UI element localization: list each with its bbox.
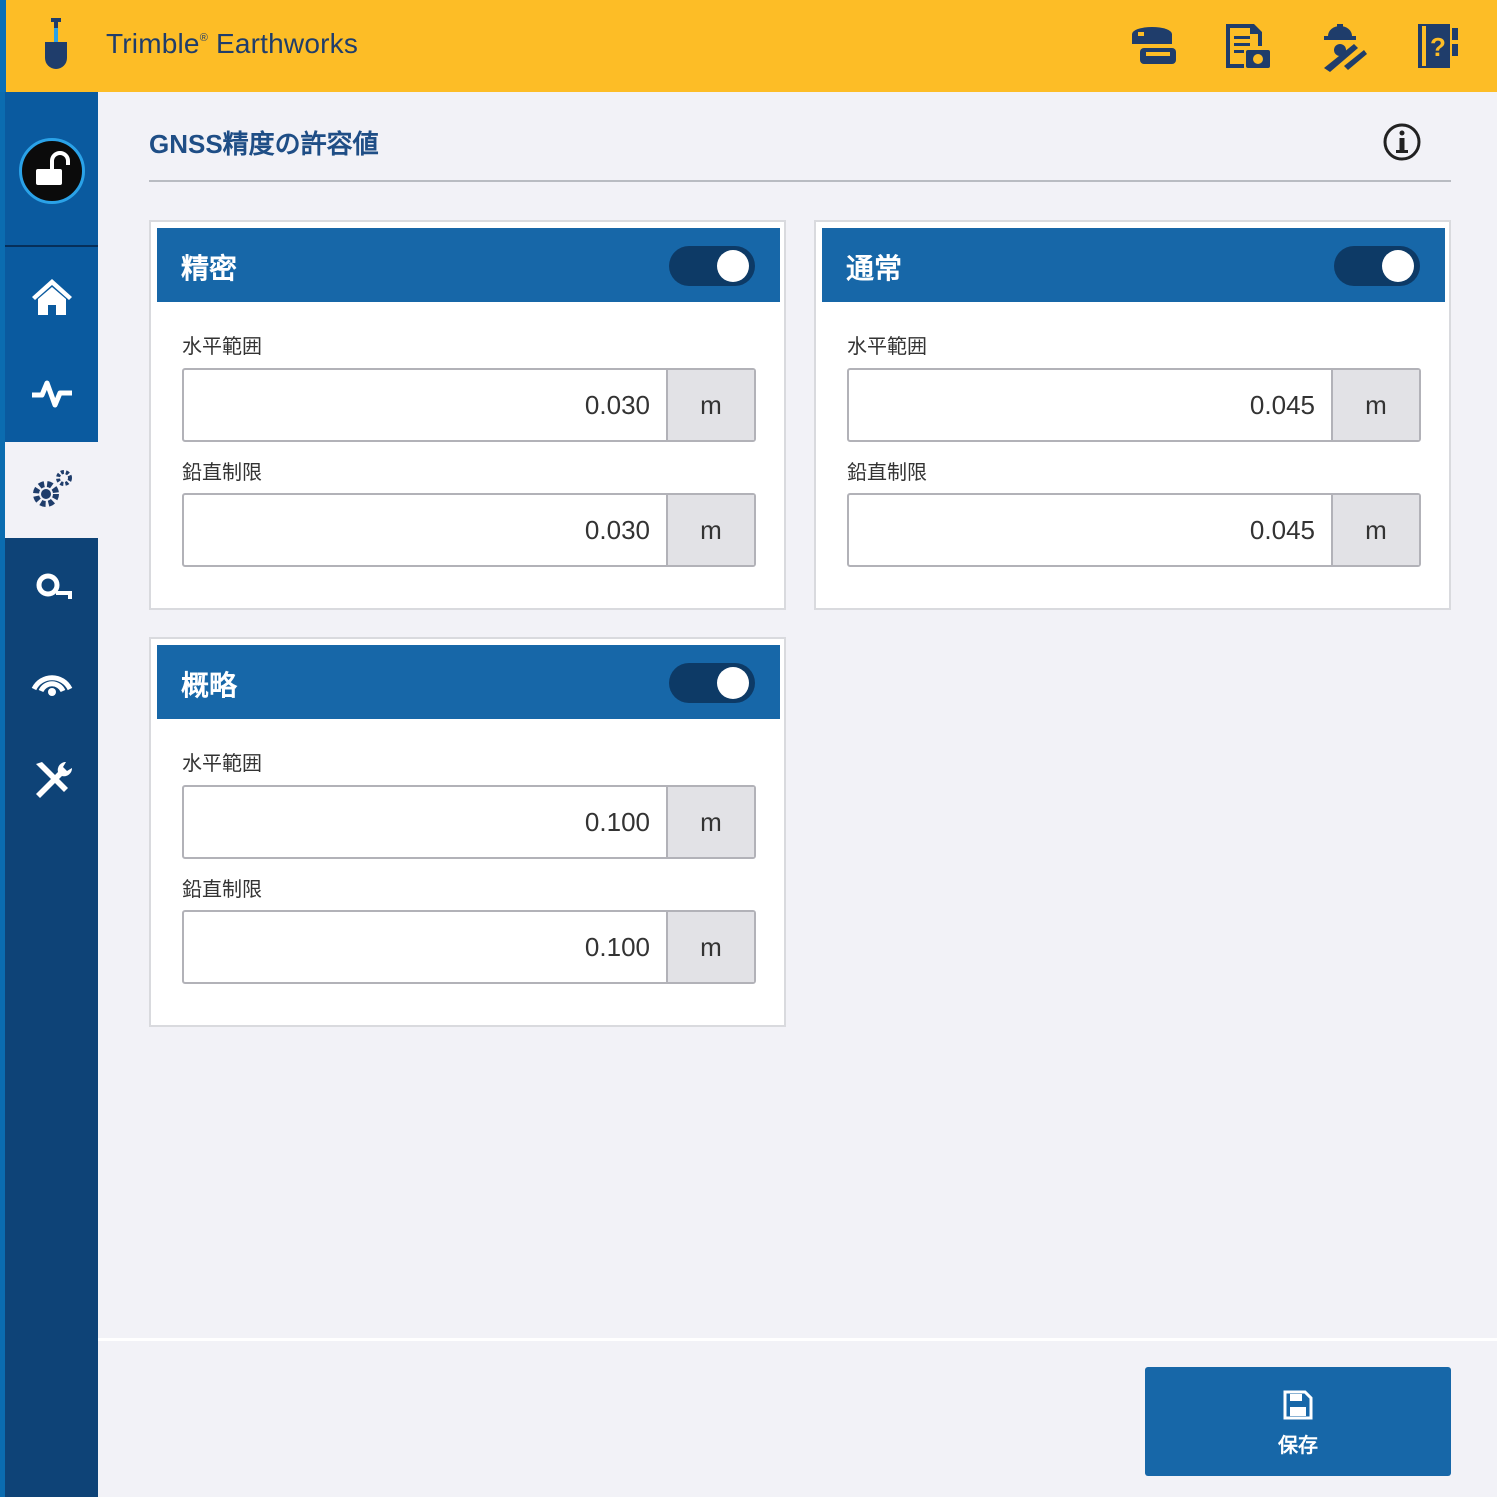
lock-panel: [5, 92, 98, 247]
horizontal-input[interactable]: [849, 370, 1333, 440]
horizontal-input[interactable]: [184, 370, 668, 440]
tools-icon: [35, 761, 72, 798]
card-header: 概略: [157, 645, 780, 719]
sidebar-item-search[interactable]: [5, 539, 98, 635]
sidebar-item-home[interactable]: [5, 249, 98, 345]
vertical-label: 鉛直制限: [847, 462, 927, 484]
horizontal-field: m: [182, 368, 756, 442]
unlock-icon: [36, 151, 70, 185]
sidebar-item-activity[interactable]: [5, 345, 98, 441]
toggle-knob: [717, 250, 749, 282]
app-header: Trimble® Earthworks ?: [0, 0, 1497, 92]
vertical-label: 鉛直制限: [182, 462, 262, 484]
vertical-input[interactable]: [184, 912, 668, 982]
sidebar-item-wireless[interactable]: [5, 635, 98, 731]
vertical-input[interactable]: [184, 495, 668, 565]
vertical-field: m: [182, 910, 756, 984]
info-icon[interactable]: [1382, 122, 1422, 162]
unit-label: m: [666, 912, 754, 982]
vertical-field: m: [847, 493, 1421, 567]
search-key-icon: [36, 573, 72, 599]
shovel-logo-icon: [45, 18, 67, 69]
card-title: 精密: [181, 253, 238, 284]
activity-icon: [31, 380, 72, 408]
unit-label: m: [666, 370, 754, 440]
vertical-field: m: [182, 493, 756, 567]
accuracy-card-precise: 精密 水平範囲 m 鉛直制限 m: [149, 220, 786, 610]
vertical-input[interactable]: [849, 495, 1333, 565]
card-header: 精密: [157, 228, 780, 302]
report-camera-icon[interactable]: [1220, 20, 1276, 72]
horizontal-label: 水平範囲: [847, 336, 927, 358]
home-icon: [31, 279, 72, 315]
svg-text:?: ?: [1430, 32, 1446, 62]
title-divider: [149, 180, 1451, 182]
unit-label: m: [666, 787, 754, 857]
horizontal-field: m: [182, 785, 756, 859]
accuracy-card-normal: 通常 水平範囲 m 鉛直制限 m: [814, 220, 1451, 610]
horizontal-input[interactable]: [184, 787, 668, 857]
vertical-label: 鉛直制限: [182, 879, 262, 901]
sidebar-item-settings[interactable]: [5, 442, 98, 538]
toggle-knob: [717, 667, 749, 699]
enable-toggle[interactable]: [669, 246, 755, 286]
settings-icon: [32, 470, 72, 507]
footer-divider: [98, 1338, 1497, 1341]
gnss-receiver-icon[interactable]: [1126, 20, 1182, 72]
card-title: 通常: [846, 253, 903, 284]
card-title: 概略: [181, 670, 238, 701]
lock-button[interactable]: [19, 138, 85, 204]
accuracy-card-coarse: 概略 水平範囲 m 鉛直制限 m: [149, 637, 786, 1027]
toggle-knob: [1382, 250, 1414, 282]
help-book-icon[interactable]: ?: [1408, 20, 1464, 72]
horizontal-field: m: [847, 368, 1421, 442]
horizontal-label: 水平範囲: [182, 753, 262, 775]
unit-label: m: [1331, 370, 1419, 440]
page-title: GNSS精度の許容値: [149, 129, 379, 159]
card-header: 通常: [822, 228, 1445, 302]
sidebar: [0, 92, 98, 1497]
operator-tools-icon[interactable]: [1314, 20, 1370, 72]
save-button[interactable]: 保存: [1145, 1367, 1451, 1476]
enable-toggle[interactable]: [1334, 246, 1420, 286]
sidebar-item-tools[interactable]: [5, 732, 98, 828]
wireless-icon: [31, 675, 72, 696]
save-label: 保存: [1278, 1435, 1318, 1457]
unit-label: m: [666, 495, 754, 565]
enable-toggle[interactable]: [669, 663, 755, 703]
horizontal-label: 水平範囲: [182, 336, 262, 358]
unit-label: m: [1331, 495, 1419, 565]
app-title: Trimble® Earthworks: [106, 28, 359, 59]
save-icon: [1283, 1390, 1313, 1420]
